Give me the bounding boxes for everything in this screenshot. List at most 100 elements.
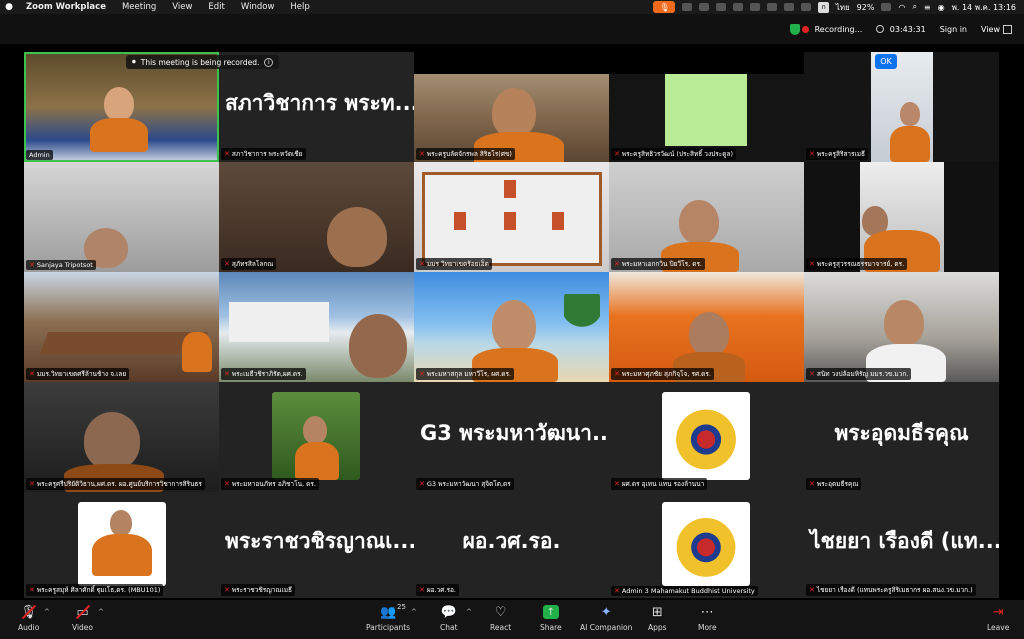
wifi-icon[interactable]: ◠ bbox=[898, 3, 905, 12]
search-icon[interactable]: ⌕ bbox=[912, 2, 916, 12]
participants-button[interactable]: 👥 25 Participants bbox=[366, 603, 411, 632]
participant-display-name: สภาวิชาการ พระท... bbox=[225, 91, 414, 116]
menu-view[interactable]: View bbox=[164, 2, 200, 12]
video-tile-participant[interactable]: ✕ พระมหาอนภัทร อภิชาโน, ดร. bbox=[219, 382, 414, 492]
participant-display-name: ผอ.วศ.รอ. bbox=[462, 529, 561, 554]
participant-name: ✕ สภาวิชาการ พระหวัดเชีย bbox=[221, 148, 306, 160]
university-seal-icon bbox=[662, 392, 750, 480]
video-tile-participant[interactable]: ✕ Admin 3 Mahamakut Buddhist University bbox=[609, 492, 804, 598]
video-tile-participant[interactable]: G3 พระมหาวัฒนา... ✕ G3 พระมหาวัฒนา สุจิตโ… bbox=[414, 382, 609, 492]
status-icon[interactable] bbox=[733, 3, 744, 11]
dropbox-icon[interactable] bbox=[767, 3, 778, 11]
menubar-clock[interactable]: พ. 14 พ.ค. 13:16 bbox=[952, 1, 1016, 14]
input-source-icon[interactable]: ก bbox=[818, 1, 829, 13]
participant-name: ✕ พระครูศรีปริยัติวิธาน,ผศ.ดร. ผอ.ศูนย์บร… bbox=[26, 478, 205, 490]
status-icon[interactable] bbox=[682, 3, 693, 11]
participant-name: ✕ ไชยยา เรืองดี (แทนพระครูสิริเมธากร ผอ.ส… bbox=[806, 584, 976, 596]
video-tile-participant[interactable]: ✕ พระครูสิริสารเมธี bbox=[804, 52, 999, 162]
muted-mic-icon: ✕ bbox=[809, 150, 815, 158]
participants-count: 25 bbox=[397, 603, 406, 611]
muted-mic-icon: ✕ bbox=[29, 370, 35, 378]
grid-view-icon bbox=[1003, 24, 1012, 34]
chat-button[interactable]: 💬 Chat bbox=[440, 604, 458, 633]
video-tile-participant[interactable]: ✕ สนิท วงปล้อมหิรัญ มมร.วข.มวก. bbox=[804, 272, 999, 382]
video-button[interactable]: ▭ Video bbox=[72, 604, 93, 633]
apps-icon: ⊞ bbox=[651, 604, 663, 620]
leave-button[interactable]: ⇥ Leave bbox=[987, 604, 1009, 633]
gallery-view: Admin สภาวิชาการ พระท... ✕ สภาวิชาการ พระ… bbox=[24, 52, 1000, 598]
muted-mic-icon: ✕ bbox=[614, 370, 620, 378]
muted-mic-icon: ✕ bbox=[224, 260, 230, 268]
share-button[interactable]: ↑ Share bbox=[540, 604, 562, 632]
more-label: More bbox=[698, 623, 717, 632]
bluetooth-icon[interactable] bbox=[750, 3, 761, 11]
recording-status[interactable]: Recording... bbox=[789, 23, 862, 35]
menu-app-name[interactable]: Zoom Workplace bbox=[18, 2, 114, 12]
macos-menubar: ● Zoom Workplace Meeting View Edit Windo… bbox=[0, 0, 1024, 14]
video-tile-participant[interactable]: ผอ.วศ.รอ. ✕ ผอ.วศ.รอ. bbox=[414, 492, 609, 598]
participant-name: ✕ มมร.วิทยาเขตศรีล้านช้าง จ.เลย bbox=[26, 368, 130, 380]
video-tile-participant[interactable]: ✕ พระเมธีวชิราภิรัต,ผศ.ดร. bbox=[219, 272, 414, 382]
apps-button[interactable]: ⊞ Apps bbox=[648, 604, 667, 633]
participant-name: ✕ พระอุดมธีรคุณ bbox=[806, 478, 862, 490]
apple-logo-icon[interactable]: ● bbox=[0, 2, 18, 12]
battery-icon[interactable] bbox=[881, 3, 892, 11]
video-tile-participant[interactable]: ✕ พระมหาสกุล มหาวีโร, ผศ.ดร. bbox=[414, 272, 609, 382]
participant-name: ✕ พระเมธีวชิราภิรัต,ผศ.ดร. bbox=[221, 368, 306, 380]
recording-ok-button[interactable]: OK bbox=[875, 54, 897, 69]
view-button[interactable]: View bbox=[981, 24, 1012, 34]
control-center-icon[interactable]: ≡ bbox=[924, 3, 931, 12]
video-tile-participant[interactable]: ✕ สุภัทรสิลโลกณ bbox=[219, 162, 414, 272]
status-icon[interactable] bbox=[699, 3, 710, 11]
battery-percent[interactable]: 92% bbox=[857, 3, 875, 12]
audio-label: Audio bbox=[18, 623, 40, 632]
video-tile-participant[interactable]: ✕ มมร วิทยาเขตร้อยเอ็ด bbox=[414, 162, 609, 272]
muted-mic-icon: ✕ bbox=[29, 480, 35, 488]
video-tile-participant[interactable]: ✕ ผศ.ดร อุเทน แทน รองล้านนา bbox=[609, 382, 804, 492]
menu-meeting[interactable]: Meeting bbox=[114, 2, 164, 12]
video-tile-participant[interactable]: ✕ Sanjaya Tripotsot bbox=[24, 162, 219, 272]
menu-window[interactable]: Window bbox=[233, 2, 283, 12]
participant-name: ✕ สนิท วงปล้อมหิรัญ มมร.วข.มวก. bbox=[806, 368, 912, 380]
menu-edit[interactable]: Edit bbox=[200, 2, 232, 12]
video-tile-participant[interactable]: ✕ มมร.วิทยาเขตศรีล้านช้าง จ.เลย bbox=[24, 272, 219, 382]
menu-help[interactable]: Help bbox=[282, 2, 317, 12]
participant-name: ✕ พระครูบลัดจักรพล สิริธโร(ศข) bbox=[416, 148, 515, 160]
video-options-caret-icon[interactable]: ^ bbox=[98, 608, 104, 616]
siri-icon[interactable]: ◉ bbox=[938, 3, 945, 12]
video-tile-participant[interactable]: พระราชวชิรญาณเ... ✕ พระราชวชิรญาณเมธี bbox=[219, 492, 414, 598]
video-tile-participant[interactable]: ✕ พระครูสมุห์ ศิลาศักดิ์ ฐุมเโธ,ดร. (MBU1… bbox=[24, 492, 219, 598]
video-tile-participant[interactable]: ✕ พระมหาศุภชัย สุภกิจฺโจ, รศ.ดร. bbox=[609, 272, 804, 382]
sign-in-link[interactable]: Sign in bbox=[940, 25, 967, 34]
muted-mic-icon: ✕ bbox=[809, 260, 815, 268]
input-language-label[interactable]: ไทย bbox=[836, 1, 850, 14]
participants-options-caret-icon[interactable]: ^ bbox=[411, 608, 417, 616]
muted-mic-icon: ✕ bbox=[419, 150, 425, 158]
share-label: Share bbox=[540, 623, 562, 632]
react-button[interactable]: ♡ React bbox=[490, 604, 511, 633]
participant-name: ✕ พระมหาอนภัทร อภิชาโน, ดร. bbox=[221, 478, 319, 490]
muted-mic-icon: ✕ bbox=[29, 586, 35, 594]
video-tile-participant[interactable]: ✕ พระมหาเอกกวิน ปิยวีโร, ดร. bbox=[609, 162, 804, 272]
status-icon[interactable] bbox=[716, 3, 727, 11]
headphones-icon[interactable] bbox=[801, 3, 812, 11]
mic-in-use-icon[interactable]: 🎙 bbox=[653, 1, 676, 13]
audio-options-caret-icon[interactable]: ^ bbox=[44, 608, 50, 616]
participant-display-name: G3 พระมหาวัฒนา... bbox=[420, 421, 609, 446]
muted-mic-icon: ✕ bbox=[224, 480, 230, 488]
video-tile-participant[interactable]: ไชยยา เรืองดี (แท... ✕ ไชยยา เรืองดี (แทน… bbox=[804, 492, 999, 598]
audio-button[interactable]: 🎙 Audio bbox=[18, 604, 40, 633]
more-button[interactable]: ⋯ More bbox=[698, 604, 717, 633]
video-tile-participant[interactable]: ✕ พระครูศรีปริยัติวิธาน,ผศ.ดร. ผอ.ศูนย์บร… bbox=[24, 382, 219, 492]
participants-label: Participants bbox=[366, 623, 411, 632]
video-tile-participant[interactable]: ✕ พระครูบลัดจักรพล สิริธโร(ศข) bbox=[414, 74, 609, 162]
info-icon[interactable]: i bbox=[264, 57, 274, 67]
participant-name: ✕ พระครูสิทธิวรวัฒน์ (ประสิทธิ์ วงประดูล) bbox=[611, 148, 736, 160]
video-tile-participant[interactable]: ✕ พระครูสุวรรณธรรมาจารย์, ดร. bbox=[804, 162, 999, 272]
wallet-icon[interactable] bbox=[784, 3, 795, 11]
meeting-toolbar: 🎙 Audio ^ ▭ Video ^ 👥25 Participants ^ 💬… bbox=[0, 600, 1024, 639]
video-tile-participant[interactable]: ✕ พระครูสิทธิวรวัฒน์ (ประสิทธิ์ วงประดูล) bbox=[609, 74, 804, 162]
video-tile-participant[interactable]: พระอุดมธีรคุณ ✕ พระอุดมธีรคุณ bbox=[804, 382, 999, 492]
chat-options-caret-icon[interactable]: ^ bbox=[466, 608, 472, 616]
ai-companion-button[interactable]: ✦ AI Companion bbox=[580, 604, 632, 633]
